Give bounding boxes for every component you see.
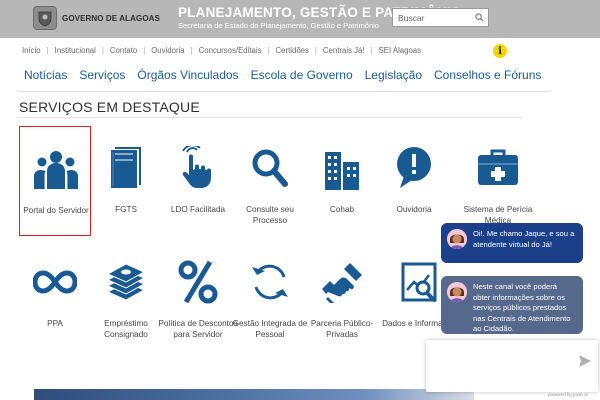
page-subtitle: Secretaria de Estado do Planejamento, Ge… [178,21,379,30]
topnav-item-institucional[interactable]: Institucional [55,46,96,55]
site-logo[interactable]: GOVERNO DE ALAGOAS [33,4,160,32]
service-label: Cohab [329,205,355,214]
service-tile-parceria-ppp[interactable]: Parceria Público-Privadas [306,240,378,350]
service-tile-fgts[interactable]: FGTS [90,126,162,236]
service-label: Ouvidoria [396,205,432,214]
chat-message-text: Neste canal você poderá obter informaçõe… [473,282,571,333]
service-label: Política de Descontos para Servidor [158,319,238,339]
topnav-item-ouvidoria[interactable]: Ouvidoria [151,46,184,55]
service-tile-ouvidoria[interactable]: Ouvidoria [378,126,450,236]
service-tile-ppa[interactable]: PPA [19,240,91,350]
percent-icon [162,256,234,308]
chat-avatar [447,282,467,302]
book-icon [90,142,162,194]
search-icon[interactable] [471,9,487,26]
topnav-item-certidoes[interactable]: Certidões [276,46,309,55]
service-label: Parceria Público-Privadas [310,319,374,339]
powered-by-text: powered by push.ai [548,392,588,397]
refresh-icon [234,256,306,308]
service-label: PPA [47,319,63,328]
topnav-item-centrais[interactable]: Centrais Já! [323,46,365,55]
users-icon [20,143,92,195]
search-input[interactable] [393,9,471,26]
mainnav-item-noticias[interactable]: Notícias [24,68,67,82]
main-navigation: Notícias Serviços Órgãos Vinculados Esco… [24,68,553,82]
separator: | [101,46,104,55]
service-tile-cohab[interactable]: Cohab [306,126,378,236]
service-tile-pericia-medica[interactable]: Sistema de Perícia Médica [462,126,534,236]
topnav-item-inicio[interactable]: Início [22,46,41,55]
search-box [392,8,489,27]
coat-of-arms-icon [33,6,57,30]
divider [18,117,522,118]
mainnav-item-conselhos[interactable]: Conselhos e Fóruns [434,68,541,82]
service-tile-gestao-pessoal[interactable]: Gestão Integrada de Pessoal [233,240,307,350]
separator: | [267,46,270,55]
handshake-icon [306,256,378,308]
separator: | [370,46,373,55]
chat-input[interactable] [426,340,598,392]
money-stack-icon [90,256,162,308]
service-tile-ldo[interactable]: LDO Facilitada [162,126,234,236]
service-label: Gestão Integrada de Pessoal [232,319,308,339]
service-label: Consulte seu Processo [246,205,294,225]
site-header: GOVERNO DE ALAGOAS PLANEJAMENTO, GESTÃO … [0,0,600,38]
mainnav-item-escola[interactable]: Escola de Governo [251,68,353,82]
top-navigation: Início | Institucional | Contato | Ouvidori… [22,46,421,55]
mainnav-item-orgaos[interactable]: Órgãos Vinculados [137,68,238,82]
topnav-item-sei[interactable]: SEI Alagoas [379,46,421,55]
service-tile-emprestimo-consignado[interactable]: Empréstimo Consignado [90,240,162,350]
separator: | [143,46,146,55]
mainnav-item-legislacao[interactable]: Legislação [365,68,422,82]
chat-message: Neste canal você poderá obter informaçõe… [441,276,583,334]
medical-kit-icon [462,142,534,194]
info-icon[interactable]: i [493,44,507,58]
service-tile-consulte-processo[interactable]: Consulte seu Processo [234,126,306,236]
mainnav-item-servicos[interactable]: Serviços [79,68,125,82]
service-label: FGTS [115,205,137,214]
hero-banner-image[interactable] [34,389,474,400]
service-tile-portal-servidor[interactable]: Portal do Servidor [19,126,91,236]
separator: | [46,46,49,55]
speech-exclamation-icon [378,142,450,194]
hand-pointer-icon [162,142,234,194]
divider [18,91,550,92]
section-title: SERVIÇOS EM DESTAQUE [19,99,200,115]
topnav-item-contato[interactable]: Contato [110,46,137,55]
service-tile-politica-descontos[interactable]: Política de Descontos para Servidor [158,240,238,350]
separator: | [190,46,193,55]
infinity-icon [19,256,91,308]
chat-avatar [447,229,467,249]
chat-message: Oi!. Me chamo Jaque, e sou a atendente v… [441,223,583,263]
logo-text: GOVERNO DE ALAGOAS [62,13,160,23]
service-label: LDO Facilitada [170,205,226,214]
topnav-item-concursos[interactable]: Concursos/Editais [199,46,262,55]
chat-message-text: Oi!. Me chamo Jaque, e sou a atendente v… [473,229,575,249]
separator: | [314,46,317,55]
service-label: Portal do Servidor [23,206,89,215]
building-icon [306,142,378,194]
search-icon [234,142,306,194]
service-label: Empréstimo Consignado [104,319,148,339]
send-icon[interactable] [578,354,592,368]
